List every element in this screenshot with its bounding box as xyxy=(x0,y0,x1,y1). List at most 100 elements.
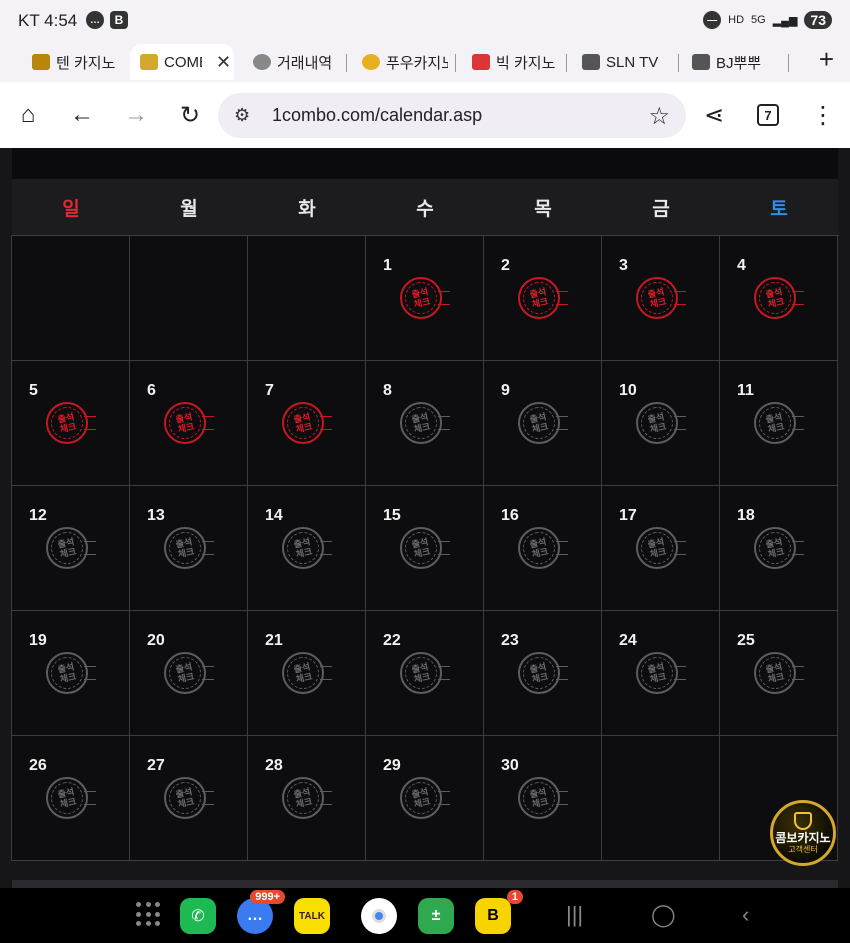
calendar-day-cell[interactable]: 26 출석 체크 xyxy=(12,736,130,861)
calendar-day-cell[interactable]: 4 출석 체크 xyxy=(720,236,838,361)
calendar-day-cell[interactable]: 21 출석 체크 xyxy=(248,611,366,736)
stamp-text: 체크 xyxy=(766,546,786,560)
bookmark-star-icon[interactable]: ☆ xyxy=(648,102,670,131)
messages-icon[interactable]: … 999+ xyxy=(237,890,285,934)
signal-icon: ▂▄▆ xyxy=(772,14,798,27)
back-nav-icon[interactable]: ‹ xyxy=(742,902,749,928)
stamp-text: 체크 xyxy=(530,421,550,435)
calendar-day-cell[interactable]: 11 출석 체크 xyxy=(720,361,838,486)
calendar-day-cell[interactable]: 30 출석 체크 xyxy=(484,736,602,861)
day-number: 17 xyxy=(619,507,637,524)
day-number: 24 xyxy=(619,632,637,649)
calendar-day-cell[interactable]: 28 출석 체크 xyxy=(248,736,366,861)
calendar-day-cell[interactable]: 3 출석 체크 xyxy=(602,236,720,361)
calendar-day-cell[interactable]: 5 출석 체크 xyxy=(12,361,130,486)
chrome-icon[interactable] xyxy=(361,898,397,934)
tab-sln-tv[interactable]: SLN TV xyxy=(572,44,676,80)
attendance-stamp-icon: 출석 체크 xyxy=(46,777,96,819)
calendar-day-cell[interactable]: 23 출석 체크 xyxy=(484,611,602,736)
tab-transactions[interactable]: 거래내역 xyxy=(243,44,341,80)
day-number: 12 xyxy=(29,507,47,524)
day-number: 22 xyxy=(383,632,401,649)
chat-notification-icon: … xyxy=(86,11,104,29)
shield-icon xyxy=(794,812,812,830)
calendar-day-cell[interactable]: 6 출석 체크 xyxy=(130,361,248,486)
calendar-day-cell[interactable]: 27 출석 체크 xyxy=(130,736,248,861)
stamp-text: 체크 xyxy=(176,546,196,560)
calendar-day-cell[interactable]: 25 출석 체크 xyxy=(720,611,838,736)
tab-label: 빅 카지노 xyxy=(496,54,556,72)
stamp-text: 체크 xyxy=(412,671,432,685)
b-app-icon[interactable]: B 1 xyxy=(475,890,523,934)
calendar-day-cell[interactable]: 19 출석 체크 xyxy=(12,611,130,736)
more-menu-icon[interactable]: ⋮ xyxy=(808,100,838,130)
day-number: 16 xyxy=(501,507,519,524)
calendar-top-band xyxy=(12,148,838,179)
attendance-stamp-icon: 출석 체크 xyxy=(400,402,450,444)
home-icon[interactable]: ⌂ xyxy=(13,100,43,130)
calendar-day-cell[interactable]: 2 출석 체크 xyxy=(484,236,602,361)
recents-icon[interactable]: ||| xyxy=(566,902,583,928)
day-number: 9 xyxy=(501,382,510,399)
kakaotalk-icon[interactable]: TALK xyxy=(294,898,330,934)
attendance-stamp-icon: 출석 체크 xyxy=(46,652,96,694)
new-tab-button[interactable]: + xyxy=(819,44,834,75)
calendar-day-cell[interactable]: 22 출석 체크 xyxy=(366,611,484,736)
b-app-notification-icon: B xyxy=(110,11,128,29)
calendar-day-cell[interactable]: 12 출석 체크 xyxy=(12,486,130,611)
back-icon[interactable]: ← xyxy=(67,100,97,130)
address-bar[interactable]: ⚙ 1combo.com/calendar.asp ☆ xyxy=(218,93,686,138)
calendar-day-cell[interactable]: 14 출석 체크 xyxy=(248,486,366,611)
status-bar: KT 4:54 … B — HD 5G ▂▄▆ 73 xyxy=(0,0,850,42)
tab-big-casino[interactable]: 빅 카지노 xyxy=(462,44,564,80)
attendance-stamp-icon: 출석 체크 xyxy=(282,527,332,569)
calendar-day-cell[interactable]: 8 출석 체크 xyxy=(366,361,484,486)
forward-icon[interactable]: → xyxy=(121,100,151,130)
calendar-day-cell[interactable]: 18 출석 체크 xyxy=(720,486,838,611)
tab-label: COMBO xyxy=(164,53,202,71)
reload-icon[interactable]: ↻ xyxy=(175,100,205,130)
home-nav-icon[interactable]: ◯ xyxy=(651,902,676,928)
calendar-day-cell[interactable]: 29 출석 체크 xyxy=(366,736,484,861)
calculator-icon[interactable]: ± xyxy=(418,898,454,934)
weekday-thu: 목 xyxy=(534,198,552,220)
tab-bj[interactable]: BJ뿌뿌 xyxy=(682,44,782,80)
calendar-day-cell[interactable]: 1 출석 체크 xyxy=(366,236,484,361)
calendar-empty-cell xyxy=(602,736,720,861)
url-text[interactable]: 1combo.com/calendar.asp xyxy=(272,105,482,126)
customer-support-badge[interactable]: 콤보카지노 고객센터 xyxy=(770,800,836,866)
calendar-day-cell[interactable]: 17 출석 체크 xyxy=(602,486,720,611)
browser-toolbar: ⌂ ← → ↻ ⚙ 1combo.com/calendar.asp ☆ ⋖ 7 … xyxy=(0,82,850,148)
phone-icon[interactable]: ✆ xyxy=(180,898,216,934)
stamp-text: 체크 xyxy=(412,296,432,310)
calendar-day-cell[interactable]: 13 출석 체크 xyxy=(130,486,248,611)
calendar-day-cell[interactable]: 9 출석 체크 xyxy=(484,361,602,486)
tab-combo[interactable]: COMBO ✕ xyxy=(130,44,234,80)
calendar-day-cell[interactable]: 16 출석 체크 xyxy=(484,486,602,611)
close-tab-icon[interactable]: ✕ xyxy=(216,52,231,73)
calendar-day-cell[interactable]: 7 출석 체크 xyxy=(248,361,366,486)
calendar-day-cell[interactable]: 10 출석 체크 xyxy=(602,361,720,486)
calendar-empty-cell xyxy=(12,236,130,361)
calendar-page: 일 월 화 수 목 금 토 1 출석 체크 2 출석 체크 3 출석 체크 4 출석 체크 5 출석 체크 6… xyxy=(0,148,850,888)
calendar-day-cell[interactable]: 20 출석 체크 xyxy=(130,611,248,736)
attendance-stamp-icon: 출석 체크 xyxy=(636,652,686,694)
favicon-icon xyxy=(582,54,600,70)
calendar-day-cell[interactable]: 24 출석 체크 xyxy=(602,611,720,736)
tab-switcher-button[interactable]: 7 xyxy=(757,104,779,126)
favicon-icon xyxy=(140,54,158,70)
stamp-text: 체크 xyxy=(58,546,78,560)
tab-pooh-casino[interactable]: 푸우카지노 xyxy=(352,44,448,80)
site-settings-icon[interactable]: ⚙ xyxy=(234,105,250,126)
day-number: 25 xyxy=(737,632,755,649)
favicon-icon xyxy=(32,54,50,70)
app-drawer-icon[interactable] xyxy=(136,902,162,928)
calendar-day-cell[interactable]: 15 출석 체크 xyxy=(366,486,484,611)
day-number: 19 xyxy=(29,632,47,649)
tab-label: BJ뿌뿌 xyxy=(716,54,762,72)
tab-ten-casino[interactable]: 텐 카지노 xyxy=(22,44,130,80)
attendance-stamp-icon: 출석 체크 xyxy=(46,527,96,569)
share-icon[interactable]: ⋖ xyxy=(699,100,729,130)
tab-label: 텐 카지노 xyxy=(56,54,116,72)
stamp-text: 체크 xyxy=(412,421,432,435)
